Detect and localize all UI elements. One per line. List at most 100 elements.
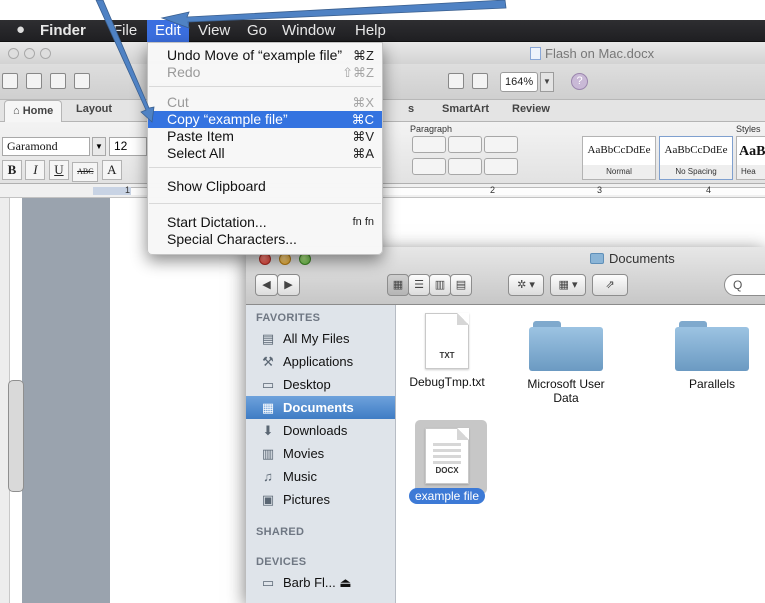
tab-home[interactable]: ⌂ Home [4, 100, 63, 122]
sidebar-item-label: Barb Fl... ⏏ [283, 575, 352, 590]
columns-button[interactable] [484, 136, 518, 153]
column-view-button[interactable]: ▥ [429, 274, 451, 296]
zoom-field[interactable]: 164% [500, 72, 539, 92]
file-item-example-file[interactable]: DOCX example file [392, 420, 502, 520]
finder-toolbar: Documents ◀ ▶ ▦ ☰ ▥ ▤ ✲ ▾ ▦ ▾ ⇗ Q [246, 247, 765, 305]
txt-file-icon: TXT [425, 313, 469, 369]
style-name: Hea [737, 165, 765, 179]
file-ext-label: TXT [439, 351, 455, 360]
word-minimize-button[interactable] [24, 48, 35, 59]
menu-file[interactable]: File [113, 22, 137, 39]
icon-view-button[interactable]: ▦ [387, 274, 409, 296]
search-input[interactable]: Q [724, 274, 765, 296]
menu-item-label: Special Characters... [167, 231, 297, 247]
menu-item-label: Show Clipboard [167, 178, 266, 194]
file-name: DebugTmp.txt [409, 375, 485, 389]
finder-file-area[interactable]: TXT DebugTmp.txt Microsoft User Data Par… [397, 305, 765, 603]
menu-item-copy[interactable]: Copy “example file” ⌘C [148, 111, 382, 128]
file-item-microsoft-user-data[interactable]: Microsoft User Data [511, 319, 621, 405]
columns-icon[interactable] [472, 73, 488, 89]
arrange-button[interactable]: ▦ ▾ [550, 274, 586, 296]
tab-tables[interactable]: s [408, 103, 414, 115]
coverflow-view-button[interactable]: ▤ [450, 274, 472, 296]
sidebar-heading-shared: SHARED [256, 526, 305, 538]
strikethrough-button[interactable]: ABC [72, 162, 99, 182]
italic-button[interactable]: I [25, 160, 46, 180]
menu-item-show-clipboard[interactable]: Show Clipboard [148, 178, 382, 195]
list-view-button[interactable]: ☰ [408, 274, 430, 296]
help-icon[interactable]: ? [571, 73, 588, 90]
underline-button[interactable]: U [48, 160, 69, 180]
sidebar-item-documents[interactable]: ▦ Documents [246, 396, 395, 419]
action-gear-button[interactable]: ✲ ▾ [508, 274, 544, 296]
menu-item-paste[interactable]: Paste Item ⌘V [148, 128, 382, 145]
font-color-button[interactable]: A [101, 160, 122, 180]
menu-finder[interactable]: Finder [40, 22, 86, 39]
style-heading[interactable]: AaBl Hea [736, 136, 765, 180]
sidebar-item-applications[interactable]: ⚒ Applications [246, 350, 395, 373]
menu-help[interactable]: Help [355, 22, 386, 39]
style-normal[interactable]: AaBbCcDdEe Normal [582, 136, 656, 180]
new-doc-icon[interactable] [2, 73, 18, 89]
apple-icon[interactable]: ● [16, 21, 25, 38]
bold-button[interactable]: B [2, 160, 22, 180]
font-dropdown-icon[interactable]: ▼ [92, 137, 106, 156]
save-icon[interactable] [74, 73, 90, 89]
menu-item-label: Copy “example file” [167, 111, 288, 127]
menu-view[interactable]: View [198, 22, 230, 39]
downloads-icon: ⬇ [262, 423, 274, 438]
zoom-dropdown-icon[interactable]: ▼ [540, 72, 554, 92]
file-name: example file [408, 488, 486, 504]
font-name-field[interactable]: Garamond [2, 137, 90, 156]
sidebar-item-pictures[interactable]: ▣ Pictures [246, 488, 395, 511]
sidebar-item-music[interactable]: ♫ Music [246, 465, 395, 488]
font-size-field[interactable]: 12 [109, 137, 147, 156]
menu-item-special-characters[interactable]: Special Characters... [148, 231, 382, 248]
word-close-button[interactable] [8, 48, 19, 59]
file-item-parallels[interactable]: Parallels [657, 319, 765, 391]
menu-item-label: Select All [167, 145, 225, 161]
tab-layout[interactable]: Layout [76, 103, 112, 115]
menu-item-shortcut: ⌘A [352, 146, 374, 161]
menu-edit[interactable]: Edit [147, 20, 189, 42]
sidebar-heading-favorites: FAVORITES [256, 312, 321, 324]
menu-item-undo[interactable]: Undo Move of “example file” ⌘Z [148, 47, 382, 64]
sidebar-item-all-my-files[interactable]: ▤ All My Files [246, 327, 395, 350]
forward-button[interactable]: ▶ [277, 274, 300, 296]
documents-icon: ▦ [261, 400, 275, 415]
gear-icon: ✲ [517, 279, 527, 291]
file-ext-label: DOCX [435, 466, 459, 475]
tab-smartart[interactable]: SmartArt [442, 103, 489, 115]
menu-go[interactable]: Go [247, 22, 267, 39]
line-spacing-button[interactable] [412, 158, 446, 175]
word-doc-icon [530, 47, 541, 60]
table-icon[interactable] [448, 73, 464, 89]
word-zoom-button[interactable] [40, 48, 51, 59]
file-name: Microsoft User Data [527, 377, 605, 405]
menu-separator [149, 203, 381, 204]
share-button[interactable]: ⇗ [592, 274, 628, 296]
edit-menu: Undo Move of “example file” ⌘Z Redo ⇧⌘Z Cu… [147, 42, 383, 255]
file-name: Parallels [688, 377, 736, 391]
sidebar-item-downloads[interactable]: ⬇ Downloads [246, 419, 395, 442]
menu-window[interactable]: Window [282, 22, 335, 39]
tab-review[interactable]: Review [512, 103, 550, 115]
menu-item-select-all[interactable]: Select All ⌘A [148, 145, 382, 162]
desktop-icon: ▭ [261, 377, 275, 392]
sidebar-item-device[interactable]: ▭ Barb Fl... ⏏ [246, 571, 395, 594]
sidebar-item-movies[interactable]: ▥ Movies [246, 442, 395, 465]
open-icon[interactable] [50, 73, 66, 89]
style-name: Normal [583, 165, 655, 179]
sidebar-item-label: All My Files [283, 331, 350, 346]
templates-icon[interactable] [26, 73, 42, 89]
sidebar-toggle-handle[interactable] [8, 380, 24, 492]
sort-button[interactable] [484, 158, 518, 175]
back-button[interactable]: ◀ [255, 274, 278, 296]
outdent-button[interactable] [448, 136, 482, 153]
style-no-spacing[interactable]: AaBbCcDdEe No Spacing [659, 136, 733, 180]
borders-button[interactable] [448, 158, 482, 175]
sidebar-item-desktop[interactable]: ▭ Desktop [246, 373, 395, 396]
file-item-debugtmp[interactable]: TXT DebugTmp.txt [392, 313, 502, 389]
menu-item-start-dictation[interactable]: Start Dictation... fn fn [148, 214, 382, 231]
indent-button[interactable] [412, 136, 446, 153]
